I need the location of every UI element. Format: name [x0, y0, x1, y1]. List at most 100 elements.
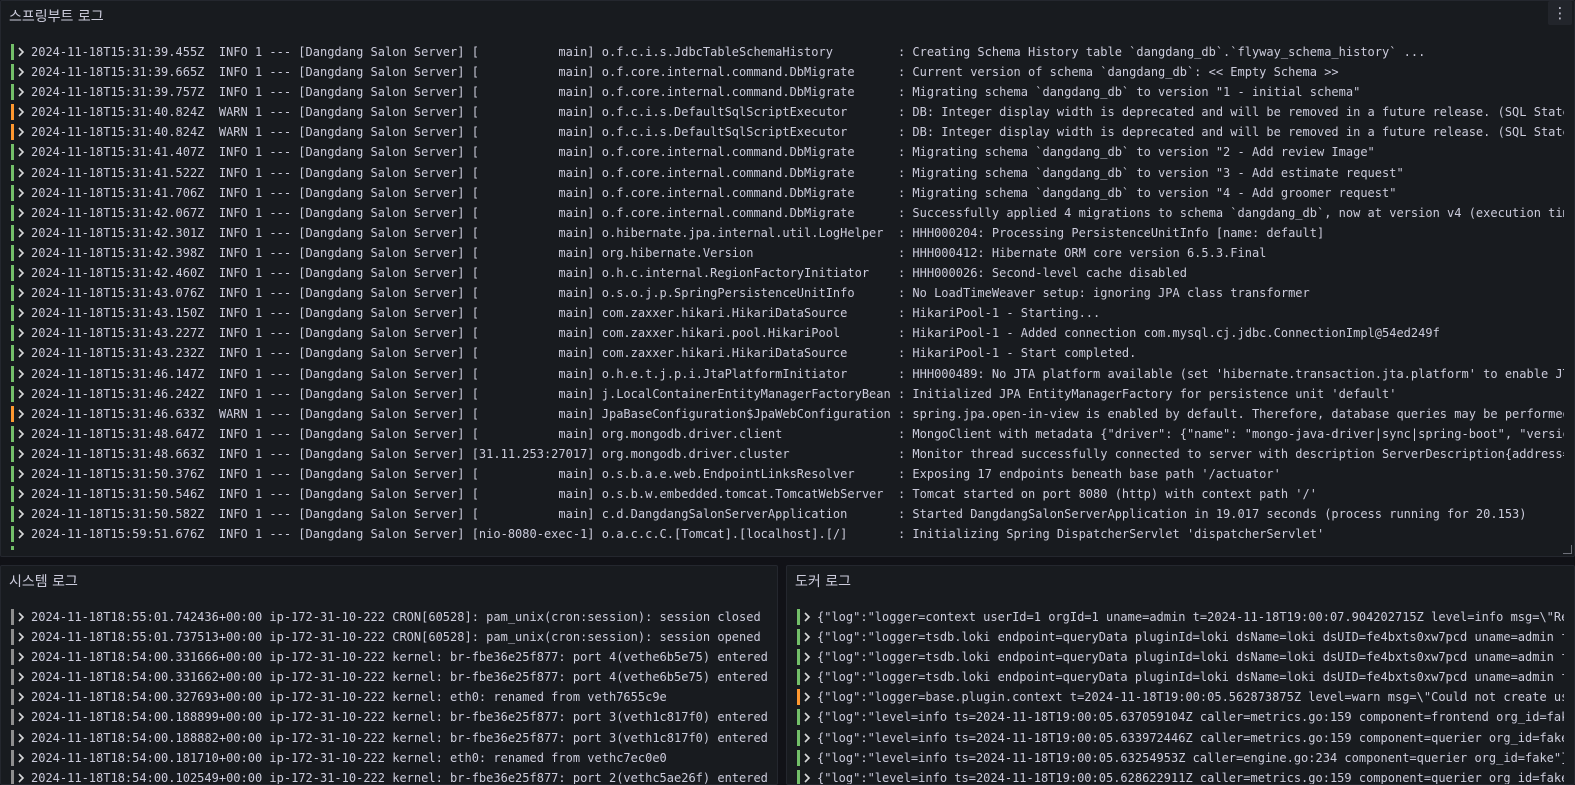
chevron-right-icon[interactable] — [17, 223, 27, 243]
log-row[interactable]: 2024-11-18T15:31:42.301Z INFO 1 --- [Dan… — [11, 223, 1564, 243]
chevron-right-icon[interactable] — [17, 183, 27, 203]
log-level-indicator — [11, 144, 14, 161]
chevron-right-icon[interactable] — [803, 768, 813, 784]
log-row[interactable]: {"log":"logger=tsdb.loki endpoint=queryD… — [797, 647, 1564, 667]
chevron-right-icon[interactable] — [17, 384, 27, 404]
log-row[interactable]: 2024-11-18T15:31:39.455Z INFO 1 --- [Dan… — [11, 42, 1564, 62]
log-row[interactable]: 2024-11-18T15:31:50.546Z INFO 1 --- [Dan… — [11, 484, 1564, 504]
log-row[interactable]: 2024-11-18T15:31:41.407Z INFO 1 --- [Dan… — [11, 142, 1564, 162]
log-row[interactable]: 2024-11-18T15:31:41.522Z INFO 1 --- [Dan… — [11, 163, 1564, 183]
chevron-right-icon[interactable] — [17, 364, 27, 384]
chevron-right-icon[interactable] — [803, 748, 813, 768]
log-row[interactable]: 2024-11-18T15:31:46.633Z WARN 1 --- [Dan… — [11, 404, 1564, 424]
chevron-right-icon[interactable] — [17, 748, 27, 768]
chevron-right-icon[interactable] — [17, 62, 27, 82]
log-row[interactable]: 2024-11-18T18:54:00.188899+00:00 ip-172-… — [11, 707, 767, 727]
panel-menu-icon[interactable]: ⋮ — [1548, 1, 1572, 25]
log-row[interactable]: 2024-11-18T15:31:40.824Z WARN 1 --- [Dan… — [11, 102, 1564, 122]
chevron-right-icon[interactable] — [17, 122, 27, 142]
chevron-right-icon[interactable] — [17, 504, 27, 524]
log-row[interactable]: 2024-11-18T18:54:00.331662+00:00 ip-172-… — [11, 667, 767, 687]
log-level-indicator — [11, 405, 14, 422]
log-row[interactable]: 2024-11-18T15:31:48.647Z INFO 1 --- [Dan… — [11, 424, 1564, 444]
log-row[interactable]: 2024-11-18T18:54:00.102549+00:00 ip-172-… — [11, 768, 767, 784]
log-row[interactable]: {"log":"level=info ts=2024-11-18T19:00:0… — [797, 748, 1564, 768]
chevron-right-icon[interactable] — [17, 82, 27, 102]
chevron-right-icon[interactable] — [17, 142, 27, 162]
chevron-right-icon[interactable] — [803, 687, 813, 707]
chevron-right-icon[interactable] — [17, 667, 27, 687]
chevron-right-icon[interactable] — [17, 444, 27, 464]
log-line-text: 2024-11-18T15:31:42.398Z INFO 1 --- [Dan… — [31, 245, 1267, 260]
log-row[interactable]: 2024-11-18T15:31:39.665Z INFO 1 --- [Dan… — [11, 62, 1564, 82]
chevron-right-icon[interactable] — [803, 647, 813, 667]
chevron-right-icon[interactable] — [17, 343, 27, 363]
chevron-right-icon[interactable] — [17, 647, 27, 667]
log-row[interactable]: 2024-11-18T15:31:42.398Z INFO 1 --- [Dan… — [11, 243, 1564, 263]
log-level-indicator — [11, 486, 14, 503]
log-row[interactable]: 2024-11-18T18:55:01.742436+00:00 ip-172-… — [11, 607, 767, 627]
log-row[interactable]: 2024-11-18T15:31:41.706Z INFO 1 --- [Dan… — [11, 183, 1564, 203]
chevron-right-icon[interactable] — [17, 283, 27, 303]
resize-handle-icon[interactable] — [1563, 545, 1572, 554]
log-row[interactable]: 2024-11-18T18:54:00.327693+00:00 ip-172-… — [11, 687, 767, 707]
log-row[interactable]: {"log":"level=info ts=2024-11-18T19:00:0… — [797, 728, 1564, 748]
chevron-right-icon[interactable] — [17, 163, 27, 183]
log-row[interactable]: {"log":"level=info ts=2024-11-18T19:00:0… — [797, 707, 1564, 727]
log-row[interactable]: 2024-11-18T15:31:42.460Z INFO 1 --- [Dan… — [11, 263, 1564, 283]
log-row[interactable]: 2024-11-18T15:31:46.242Z INFO 1 --- [Dan… — [11, 384, 1564, 404]
chevron-right-icon[interactable] — [17, 424, 27, 444]
spring-log-panel: 스프링부트 로그 ⋮ 2024-11-18T15:31:39.455Z INFO… — [0, 0, 1575, 557]
log-row[interactable]: 2024-11-18T15:31:42.067Z INFO 1 --- [Dan… — [11, 203, 1564, 223]
chevron-right-icon[interactable] — [803, 627, 813, 647]
log-row[interactable]: 2024-11-18T18:54:00.188882+00:00 ip-172-… — [11, 728, 767, 748]
chevron-right-icon[interactable] — [17, 323, 27, 343]
log-row[interactable]: 2024-11-18T15:31:48.663Z INFO 1 --- [Dan… — [11, 444, 1564, 464]
log-row[interactable]: {"log":"level=info ts=2024-11-18T19:00:0… — [797, 768, 1564, 784]
log-row[interactable]: 2024-11-18T15:31:43.232Z INFO 1 --- [Dan… — [11, 343, 1564, 363]
log-row[interactable]: 2024-11-18T15:59:51.676Z INFO 1 --- [Dan… — [11, 524, 1564, 544]
chevron-right-icon[interactable] — [17, 728, 27, 748]
log-row[interactable]: {"log":"logger=context userId=1 orgId=1 … — [797, 607, 1564, 627]
log-level-indicator — [11, 224, 14, 241]
log-line-text: 2024-11-18T18:54:00.331662+00:00 ip-172-… — [31, 670, 767, 685]
chevron-right-icon[interactable] — [803, 667, 813, 687]
chevron-right-icon[interactable] — [17, 484, 27, 504]
log-row[interactable]: {"log":"logger=tsdb.loki endpoint=queryD… — [797, 667, 1564, 687]
chevron-right-icon[interactable] — [17, 303, 27, 323]
log-row[interactable]: 2024-11-18T15:31:43.076Z INFO 1 --- [Dan… — [11, 283, 1564, 303]
log-row[interactable]: 2024-11-18T15:31:50.582Z INFO 1 --- [Dan… — [11, 504, 1564, 524]
chevron-right-icon[interactable] — [17, 102, 27, 122]
log-row[interactable]: 2024-11-18T15:31:43.227Z INFO 1 --- [Dan… — [11, 323, 1564, 343]
log-row[interactable]: 2024-11-18T18:54:00.181710+00:00 ip-172-… — [11, 748, 767, 768]
chevron-right-icon[interactable] — [17, 768, 27, 784]
chevron-right-icon[interactable] — [803, 707, 813, 727]
log-row[interactable]: {"log":"logger=base.plugin.context t=202… — [797, 687, 1564, 707]
log-row[interactable]: 2024-11-18T15:31:39.757Z INFO 1 --- [Dan… — [11, 82, 1564, 102]
log-level-indicator — [11, 124, 14, 141]
panel-title[interactable]: 스프링부트 로그 — [9, 6, 104, 26]
chevron-right-icon[interactable] — [17, 687, 27, 707]
chevron-right-icon[interactable] — [17, 404, 27, 424]
chevron-right-icon[interactable] — [803, 607, 813, 627]
log-row[interactable]: 2024-11-18T15:31:40.824Z WARN 1 --- [Dan… — [11, 122, 1564, 142]
chevron-right-icon[interactable] — [17, 42, 27, 62]
chevron-right-icon[interactable] — [17, 203, 27, 223]
chevron-right-icon[interactable] — [17, 607, 27, 627]
chevron-right-icon[interactable] — [17, 627, 27, 647]
log-line-text: {"log":"level=info ts=2024-11-18T19:00:0… — [817, 730, 1564, 745]
log-row[interactable]: 2024-11-18T18:55:01.737513+00:00 ip-172-… — [11, 627, 767, 647]
log-row[interactable]: {"log":"logger=tsdb.loki endpoint=queryD… — [797, 627, 1564, 647]
log-row[interactable]: 2024-11-18T15:31:43.150Z INFO 1 --- [Dan… — [11, 303, 1564, 323]
log-row[interactable]: 2024-11-18T18:54:00.331666+00:00 ip-172-… — [11, 647, 767, 667]
log-row[interactable]: 2024-11-18T15:31:50.376Z INFO 1 --- [Dan… — [11, 464, 1564, 484]
chevron-right-icon[interactable] — [17, 263, 27, 283]
chevron-right-icon[interactable] — [17, 707, 27, 727]
panel-title[interactable]: 도커 로그 — [795, 571, 851, 591]
chevron-right-icon[interactable] — [17, 464, 27, 484]
chevron-right-icon[interactable] — [17, 524, 27, 544]
chevron-right-icon[interactable] — [17, 243, 27, 263]
log-row[interactable]: 2024-11-18T15:31:46.147Z INFO 1 --- [Dan… — [11, 364, 1564, 384]
chevron-right-icon[interactable] — [803, 728, 813, 748]
panel-title[interactable]: 시스템 로그 — [9, 571, 78, 591]
